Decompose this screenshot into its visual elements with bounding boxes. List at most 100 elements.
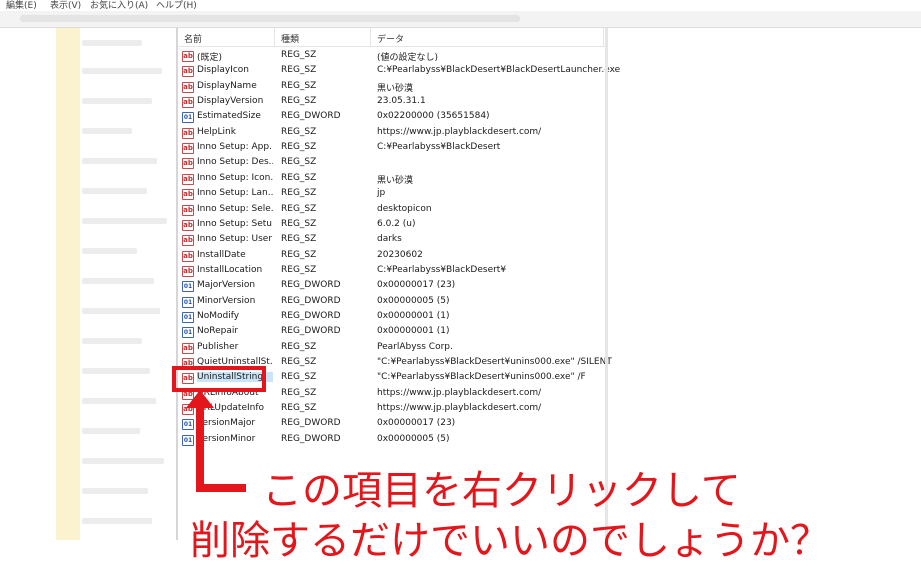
row-type: REG_SZ [281, 372, 317, 383]
tree-item[interactable] [82, 248, 137, 254]
registry-value-row[interactable]: ab Inno Setup: Des... REG_SZ [178, 156, 606, 171]
row-data: "C:¥Pearlabyss¥BlackDesert¥unins000.exe"… [377, 372, 586, 383]
registry-value-row[interactable]: ab Inno Setup: User REG_SZ darks [178, 233, 606, 248]
address-bar[interactable] [0, 11, 921, 28]
row-type: REG_DWORD [281, 280, 341, 291]
tree-item[interactable] [82, 308, 160, 314]
row-name: Inno Setup: User [197, 234, 273, 245]
menu-help[interactable]: ヘルプ(H) [156, 0, 197, 11]
column-divider[interactable] [274, 28, 275, 46]
row-name: HelpLink [197, 126, 236, 137]
column-header: 名前 種類 データ [178, 28, 606, 47]
registry-value-row[interactable]: ab URLUpdateInfo REG_SZ https://www.jp.play… [178, 402, 606, 417]
registry-value-row[interactable]: 01 NoRepair REG_DWORD 0x00000001 (1) [178, 325, 606, 340]
string-value-icon: ab [182, 66, 194, 78]
registry-value-row[interactable]: 01 VersionMinor REG_DWORD 0x00000005 (5) [178, 433, 606, 448]
row-data: desktopicon [377, 203, 432, 214]
tree-item[interactable] [82, 338, 142, 344]
registry-value-row[interactable]: 01 MajorVersion REG_DWORD 0x00000017 (23) [178, 279, 606, 294]
registry-value-row[interactable]: ab HelpLink REG_SZ https://www.jp.playblack… [178, 126, 606, 141]
string-value-icon: ab [182, 250, 194, 262]
arrow-stem [196, 400, 204, 492]
menu-edit[interactable]: 編集(E) [6, 0, 37, 11]
tree-item[interactable] [82, 518, 152, 524]
tree-item[interactable] [82, 98, 152, 104]
dword-value-icon: 01 [182, 419, 194, 431]
row-data: jp [377, 188, 386, 199]
row-data: 6.0.2 (u) [377, 218, 416, 229]
tree-item[interactable] [82, 40, 142, 46]
registry-value-row[interactable]: 01 MinorVersion REG_DWORD 0x00000005 (5) [178, 295, 606, 310]
tree-item[interactable] [82, 68, 162, 74]
row-data: 0x00000017 (23) [377, 418, 456, 429]
row-data: 0x00000001 (1) [377, 310, 450, 321]
registry-value-row[interactable]: ab InstallDate REG_SZ 20230602 [178, 249, 606, 264]
row-name: DisplayIcon [197, 65, 249, 76]
row-data: (値の設定なし) [377, 53, 439, 63]
menu-favorites[interactable]: お気に入り(A) [90, 0, 148, 11]
registry-value-row[interactable]: ab Publisher REG_SZ PearlAbyss Corp. [178, 341, 606, 356]
registry-value-row[interactable]: ab Inno Setup: App... REG_SZ C:¥Pearlabyss¥… [178, 141, 606, 156]
tree-item[interactable] [82, 218, 167, 224]
row-data: 0x02200000 (35651584) [377, 111, 490, 122]
registry-value-row[interactable]: ab DisplayIcon REG_SZ C:¥Pearlabyss¥BlackDe… [178, 64, 620, 79]
tree-item[interactable] [82, 368, 150, 374]
row-name: NoRepair [197, 326, 239, 337]
registry-value-row[interactable]: ab InstallLocation REG_SZ C:¥Pearlabyss¥Bla… [178, 264, 606, 279]
registry-value-row[interactable]: 01 NoModify REG_DWORD 0x00000001 (1) [178, 310, 606, 325]
tree-item[interactable] [82, 278, 154, 284]
row-name: MinorVersion [197, 295, 256, 306]
row-type: REG_SZ [281, 218, 317, 229]
row-type: REG_SZ [281, 264, 317, 275]
row-type: REG_DWORD [281, 310, 341, 321]
row-type: REG_SZ [281, 157, 317, 168]
row-data: 0x00000017 (23) [377, 280, 456, 291]
tree-item[interactable] [82, 458, 164, 464]
registry-value-row[interactable]: ab Inno Setup: Setu... REG_SZ 6.0.2 (u) [178, 218, 606, 233]
row-name: InstallLocation [197, 264, 263, 275]
tree-item[interactable] [82, 158, 157, 164]
registry-value-row[interactable]: ab Inno Setup: Icon... REG_SZ 黒い砂漠 [178, 172, 606, 187]
registry-value-row[interactable]: 01 VersionMajor REG_DWORD 0x00000017 (23) [178, 417, 606, 432]
string-value-icon: ab [182, 51, 194, 62]
dword-value-icon: 01 [182, 296, 194, 308]
registry-key-tree[interactable] [0, 28, 176, 540]
address-path-blurred [20, 15, 520, 22]
tree-item[interactable] [82, 128, 132, 134]
menu-view[interactable]: 表示(V) [50, 0, 81, 11]
registry-value-row[interactable]: ab DisplayVersion REG_SZ 23.05.31.1 [178, 95, 606, 110]
row-data: 0x00000001 (1) [377, 326, 450, 337]
row-data: https://www.jp.playblackdesert.com/ [377, 387, 542, 398]
row-name: VersionMajor [197, 418, 256, 429]
row-name: Inno Setup: Sele... [197, 203, 273, 214]
column-header-data[interactable]: データ [377, 32, 404, 45]
row-type: REG_SZ [281, 341, 317, 352]
registry-value-row[interactable]: ab (既定) REG_SZ (値の設定なし) [178, 49, 606, 64]
string-value-icon: ab [182, 97, 194, 109]
row-name: DisplayName [197, 80, 257, 91]
tree-item[interactable] [82, 428, 140, 434]
row-name: Inno Setup: Des... [197, 157, 273, 168]
dword-value-icon: 01 [182, 311, 194, 323]
column-divider[interactable] [603, 28, 604, 46]
registry-value-row[interactable]: ab Inno Setup: Lan... REG_SZ jp [178, 187, 606, 202]
row-data: C:¥Pearlabyss¥BlackDesert [377, 142, 501, 153]
column-divider[interactable] [370, 28, 371, 46]
row-name: Inno Setup: Icon... [197, 172, 273, 183]
registry-value-row[interactable]: 01 EstimatedSize REG_DWORD 0x02200000 (3565… [178, 110, 606, 125]
string-value-icon: ab [182, 204, 194, 216]
column-header-type[interactable]: 種類 [281, 32, 299, 45]
row-type: REG_SZ [281, 126, 317, 137]
row-type: REG_SZ [281, 188, 317, 199]
highlight-box [172, 366, 266, 392]
row-type: REG_SZ [281, 172, 317, 183]
row-name: EstimatedSize [197, 111, 261, 122]
tree-item[interactable] [82, 488, 148, 494]
tree-item[interactable] [82, 188, 147, 194]
registry-value-row[interactable]: ab DisplayName REG_SZ 黒い砂漠 [178, 80, 606, 95]
row-data: https://www.jp.playblackdesert.com/ [377, 126, 542, 137]
registry-value-row[interactable]: ab Inno Setup: Sele... REG_SZ desktopicon [178, 203, 606, 218]
row-type: REG_SZ [281, 50, 317, 60]
tree-item[interactable] [82, 398, 156, 404]
column-header-name[interactable]: 名前 [184, 32, 202, 45]
